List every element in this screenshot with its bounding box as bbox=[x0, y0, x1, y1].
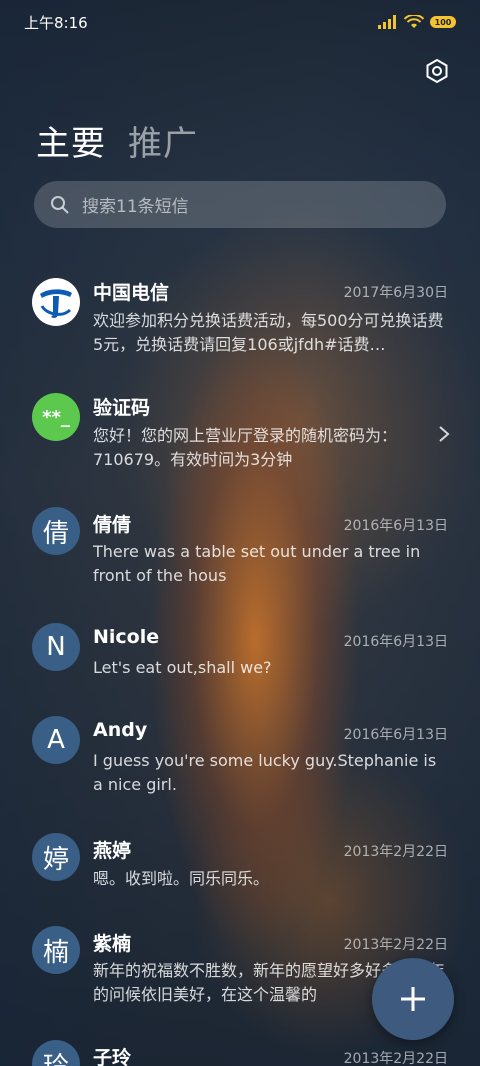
status-icons: 100 bbox=[378, 15, 456, 29]
avatar: 倩 bbox=[32, 507, 80, 555]
avatar: N bbox=[32, 623, 80, 671]
telecom-logo-icon bbox=[34, 280, 78, 324]
message-date: 2016年6月13日 bbox=[343, 727, 448, 743]
message-date: 2013年2月22日 bbox=[343, 1051, 448, 1066]
status-time: 上午8:16 bbox=[24, 13, 88, 32]
signal-icon bbox=[378, 15, 396, 29]
message-date: 2013年2月22日 bbox=[343, 937, 448, 953]
message-preview: Let's eat out,shall we? bbox=[93, 658, 272, 677]
avatar: A bbox=[32, 716, 80, 764]
contact-name: 验证码 bbox=[93, 397, 151, 419]
status-bar: 上午8:16 100 bbox=[0, 0, 480, 44]
contact-name: 子玲 bbox=[93, 1047, 132, 1066]
message-date: 2013年2月22日 bbox=[343, 844, 448, 860]
tab-promotions[interactable]: 推广 bbox=[128, 116, 198, 165]
message-preview: There was a table set out under a tree i… bbox=[93, 542, 421, 585]
avatar bbox=[32, 278, 80, 326]
message-preview: 欢迎参加积分兑换话费活动，每500分可兑换话费5元，兑换话费请回复106或jfd… bbox=[93, 311, 444, 354]
contact-name: 燕婷 bbox=[93, 840, 132, 862]
message-date: 2017年6月30日 bbox=[343, 285, 448, 301]
search-placeholder: 搜索11条短信 bbox=[82, 197, 189, 217]
battery-icon: 100 bbox=[430, 16, 456, 28]
avatar: 玲 bbox=[32, 1040, 80, 1066]
contact-name: Nicole bbox=[93, 626, 160, 648]
wifi-icon bbox=[404, 15, 424, 28]
contact-name: Andy bbox=[93, 719, 148, 741]
message-preview: I guess you're some lucky guy.Stephanie … bbox=[93, 751, 437, 794]
avatar: 楠 bbox=[32, 926, 80, 974]
search-icon bbox=[51, 195, 69, 214]
avatar: 婷 bbox=[32, 833, 80, 881]
message-preview: 您好！您的网上营业厅登录的随机密码为：710679。有效时间为3分钟 bbox=[93, 426, 398, 469]
tab-primary[interactable]: 主要 bbox=[36, 116, 106, 165]
plus-icon bbox=[401, 987, 425, 1011]
settings-hexagon-icon[interactable] bbox=[424, 58, 450, 84]
message-date: 2016年6月13日 bbox=[343, 518, 448, 534]
contact-name: 中国电信 bbox=[93, 282, 170, 304]
avatar: **_ bbox=[32, 393, 80, 441]
tab-bar: 主要 推广 bbox=[36, 116, 198, 165]
search-input[interactable]: 搜索11条短信 bbox=[34, 181, 446, 228]
chevron-right-icon[interactable] bbox=[438, 425, 450, 443]
message-preview: 嗯。收到啦。同乐同乐。 bbox=[93, 869, 270, 888]
contact-name: 倩倩 bbox=[93, 514, 132, 536]
new-message-button[interactable] bbox=[372, 958, 454, 1040]
contact-name: 紫楠 bbox=[93, 933, 132, 955]
message-date: 2016年6月13日 bbox=[343, 634, 448, 650]
